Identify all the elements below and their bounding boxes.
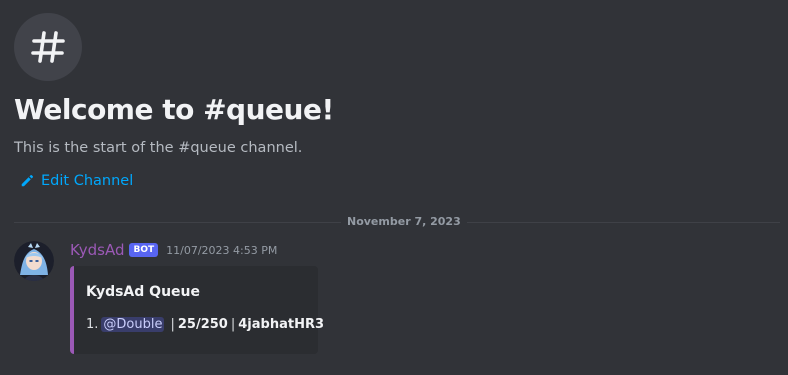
hash-icon — [31, 31, 65, 63]
edit-channel-label: Edit Channel — [41, 173, 134, 189]
embed-title: KydsAd Queue — [86, 284, 200, 300]
message-header: KydsAd BOT 11/07/2023 4:53 PM — [70, 241, 277, 259]
edit-channel-link[interactable]: Edit Channel — [20, 173, 133, 189]
welcome-title: Welcome to #queue! — [14, 93, 334, 126]
queue-entry-index: 1. — [86, 317, 99, 332]
bot-tag: BOT — [129, 243, 159, 257]
channel-welcome-header: Welcome to #queue! This is the start of … — [14, 13, 774, 189]
queue-entry-count: 25/250 — [177, 317, 228, 332]
message-timestamp: 11/07/2023 4:53 PM — [166, 243, 278, 257]
user-mention[interactable]: @Double — [101, 317, 165, 332]
message-embed: KydsAd Queue 1. @Double | 25/250 | 4jabh… — [70, 266, 324, 354]
embed-queue-entry: 1. @Double | 25/250 | 4jabhatHR3 — [86, 317, 324, 332]
welcome-subtitle: This is the start of the #queue channel. — [14, 140, 303, 156]
avatar[interactable] — [14, 241, 54, 281]
pencil-icon — [21, 174, 34, 187]
username[interactable]: KydsAd — [70, 241, 124, 259]
separator: | — [170, 317, 175, 332]
channel-hash-badge — [14, 13, 82, 81]
date-divider-label: November 7, 2023 — [341, 214, 467, 230]
avatar-image — [14, 241, 54, 281]
queue-entry-code: 4jabhatHR3 — [238, 317, 325, 332]
separator: | — [230, 317, 236, 332]
